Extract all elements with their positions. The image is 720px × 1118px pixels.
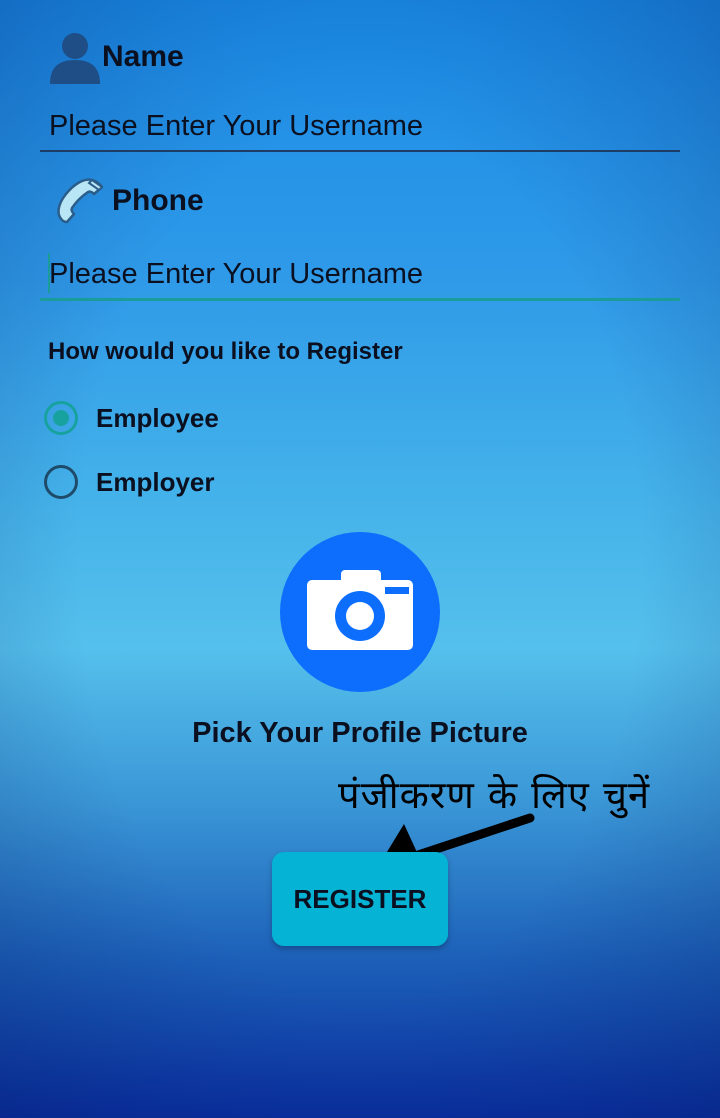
radio-label-employee: Employee xyxy=(96,402,219,433)
phone-label: Phone xyxy=(112,184,204,217)
radio-option-employee[interactable]: Employee xyxy=(44,401,219,435)
phone-label-row: Phone xyxy=(52,174,204,228)
name-label-row: Name xyxy=(48,30,184,84)
radio-button-employee[interactable] xyxy=(44,401,78,435)
register-type-question: How would you like to Register xyxy=(48,338,403,365)
text-cursor xyxy=(48,253,50,293)
phone-input[interactable] xyxy=(40,251,680,301)
person-icon xyxy=(48,30,102,84)
radio-label-employer: Employer xyxy=(96,466,215,497)
radio-button-employer[interactable] xyxy=(44,465,78,499)
camera-icon xyxy=(305,568,415,657)
pick-profile-picture-button[interactable] xyxy=(280,532,440,692)
phone-icon xyxy=(52,174,106,228)
radio-option-employer[interactable]: Employer xyxy=(44,465,215,499)
pick-profile-picture-label: Pick Your Profile Picture xyxy=(192,717,528,749)
register-button[interactable]: REGISTER xyxy=(272,852,448,946)
name-input[interactable] xyxy=(40,102,680,152)
name-label: Name xyxy=(102,40,184,73)
